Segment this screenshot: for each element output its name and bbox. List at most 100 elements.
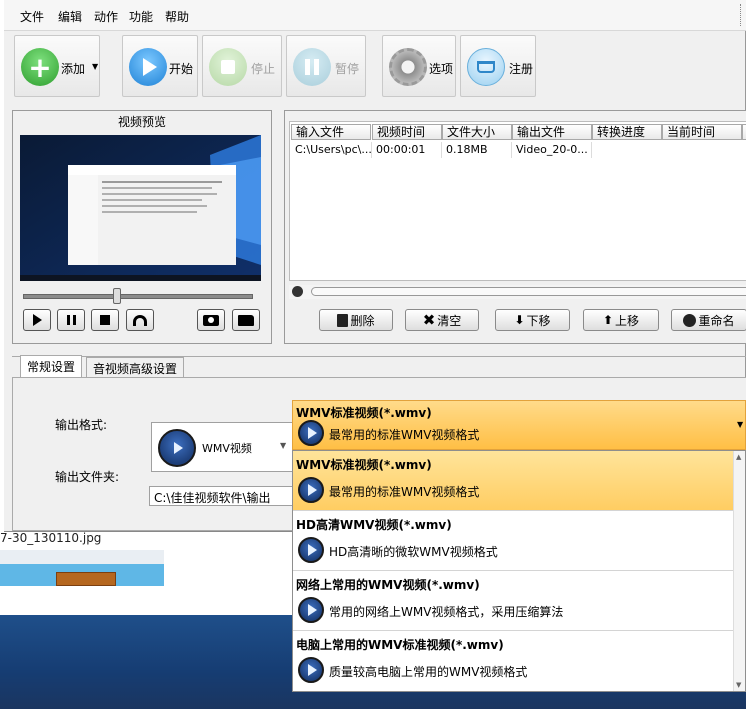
preset-option-description: 质量较高电脑上常用的WMV视频格式 [329,665,528,679]
video-frame-image [20,135,261,281]
rename-icon [683,313,697,327]
table-cell[interactable]: 00:00:01 [372,142,442,158]
seek-slider-track[interactable] [23,294,253,299]
register-button[interactable]: 注册 [460,35,536,97]
preset-option[interactable]: WMV标准视频(*.wmv) 最常用的标准WMV视频格式 [293,451,733,511]
play-icon [298,657,324,683]
headphones-icon [133,314,147,326]
options-button[interactable]: 选项 [382,35,456,97]
menu-function[interactable]: 功能 [129,8,153,25]
trash-icon [337,313,349,327]
column-header[interactable]: 视频时间 [372,124,442,140]
scroll-down-icon[interactable]: ▼ [736,681,741,689]
move-up-button[interactable]: ⬆ 上移 [583,309,659,331]
add-button[interactable]: + 添加 ▼ [14,35,100,97]
stop-icon [100,315,110,325]
preview-panel: 视频预览 [12,110,272,344]
table-cell[interactable]: Video_20-0... [512,142,592,158]
output-folder-label: 输出文件夹: [55,470,120,484]
pause-label: 暂停 [335,62,360,76]
preset-option-description: 最常用的标准WMV视频格式 [329,485,480,499]
column-header[interactable]: 输入文件 [291,124,371,140]
preview-play-button[interactable] [23,309,51,331]
options-label: 选项 [429,62,454,76]
desktop-file-name: 7-30_130110.jpg [0,531,102,545]
play-icon [298,477,324,503]
preset-option[interactable]: 网络上常用的WMV视频(*.wmv) 常用的网络上WMV视频格式，采用压缩算法 [293,571,733,631]
preview-title: 视频预览 [117,115,166,129]
preview-pause-button[interactable] [57,309,85,331]
video-preview-screen [20,135,261,281]
stop-label: 停止 [251,62,276,76]
column-header[interactable]: 输出文件 [512,124,592,140]
delete-button[interactable]: 删除 [319,309,393,331]
start-button[interactable]: 开始 [122,35,198,97]
menu-bar: 文件 编辑 动作 功能 帮助 [4,0,746,31]
menu-edit[interactable]: 编辑 [58,8,82,25]
preset-option[interactable]: 电脑上常用的WMV标准视频(*.wmv) 质量较高电脑上常用的WMV视频格式 [293,631,733,691]
open-folder-button[interactable] [232,309,260,331]
preset-option-description: HD高清晰的微软WMV视频格式 [329,545,498,559]
menu-file[interactable]: 文件 [20,8,44,25]
format-preset-dropdown: WMV标准视频(*.wmv) 最常用的标准WMV视频格式 HD高清WMV视频(*… [292,450,746,692]
clear-button[interactable]: ✖ 清空 [405,309,479,331]
camera-icon [203,314,219,326]
scroll-up-icon[interactable]: ▲ [736,453,741,461]
preview-stop-button[interactable] [91,309,119,331]
scrollbar-thumb[interactable] [311,287,746,296]
clear-label: 清空 [437,313,462,328]
seek-slider-handle[interactable] [113,288,121,304]
move-down-button[interactable]: ⬇ 下移 [495,309,570,331]
move-up-label: 上移 [615,313,640,328]
play-icon [129,48,167,86]
horizontal-scrollbar[interactable] [289,285,746,299]
tab-general-settings[interactable]: 常规设置 [20,355,83,377]
add-label: 添加 [61,62,86,76]
output-format-label: 输出格式: [55,418,108,432]
column-header[interactable]: 当前时间 [662,124,742,140]
format-preset-combobox[interactable]: WMV标准视频(*.wmv) 最常用的标准WMV视频格式 ▼ [292,400,746,450]
stop-button[interactable]: 停止 [202,35,282,97]
chevron-down-icon[interactable]: ▼ [280,441,286,450]
column-header[interactable]: 转换进度 [592,124,662,140]
menu-action[interactable]: 动作 [94,8,118,25]
snapshot-button[interactable] [197,309,225,331]
tab-av-advanced-settings[interactable]: 音视频高级设置 [86,357,185,377]
preset-option-title: 网络上常用的WMV视频(*.wmv) [296,578,480,592]
add-icon: + [21,48,59,86]
chevron-down-icon[interactable]: ▼ [737,420,743,429]
preset-option[interactable]: HD高清WMV视频(*.wmv) HD高清晰的微软WMV视频格式 [293,511,733,571]
output-folder-field[interactable]: C:\佳佳视频软件\输出 [149,486,309,506]
add-dropdown-arrow-icon[interactable]: ▼ [92,62,98,71]
register-label: 注册 [509,62,534,76]
menu-grip [740,4,742,26]
preview-audio-button[interactable] [126,309,154,331]
menu-help[interactable]: 帮助 [165,8,189,25]
play-icon [298,537,324,563]
scroll-left-icon[interactable] [292,286,303,297]
output-format-selector[interactable]: WMV视频 ▼ [151,422,293,472]
arrow-up-icon: ⬆ [602,313,614,327]
folder-icon [238,314,254,326]
column-header[interactable]: 转 [742,124,746,140]
pause-button[interactable]: 暂停 [286,35,366,97]
rename-button[interactable]: 重命名 [671,309,746,331]
dropdown-scrollbar[interactable]: ▲ ▼ [733,451,745,691]
file-list-panel: 输入文件 视频时间 文件大小 输出文件 转换进度 当前时间 转 C:\Users… [284,110,746,344]
play-icon [298,420,324,446]
desktop-photo-thumbnail [0,550,164,586]
arrow-down-icon: ⬇ [514,313,525,327]
table-cell[interactable]: 0.18MB [442,142,512,158]
play-icon [298,597,324,623]
pause-icon [66,315,76,325]
x-icon: ✖ [422,311,436,329]
wmv-format-icon [158,429,196,467]
column-header[interactable]: 文件大小 [442,124,512,140]
preset-option-description: 常用的网络上WMV视频格式，采用压缩算法 [329,605,564,619]
output-format-value: WMV视频 [202,442,252,455]
start-label: 开始 [169,62,194,76]
table-cell[interactable]: C:\Users\pc\... [291,142,372,158]
stop-icon [209,48,247,86]
desktop-file-label: 7-30_130110.jpg [0,531,160,547]
file-table[interactable]: 输入文件 视频时间 文件大小 输出文件 转换进度 当前时间 转 C:\Users… [289,121,746,281]
